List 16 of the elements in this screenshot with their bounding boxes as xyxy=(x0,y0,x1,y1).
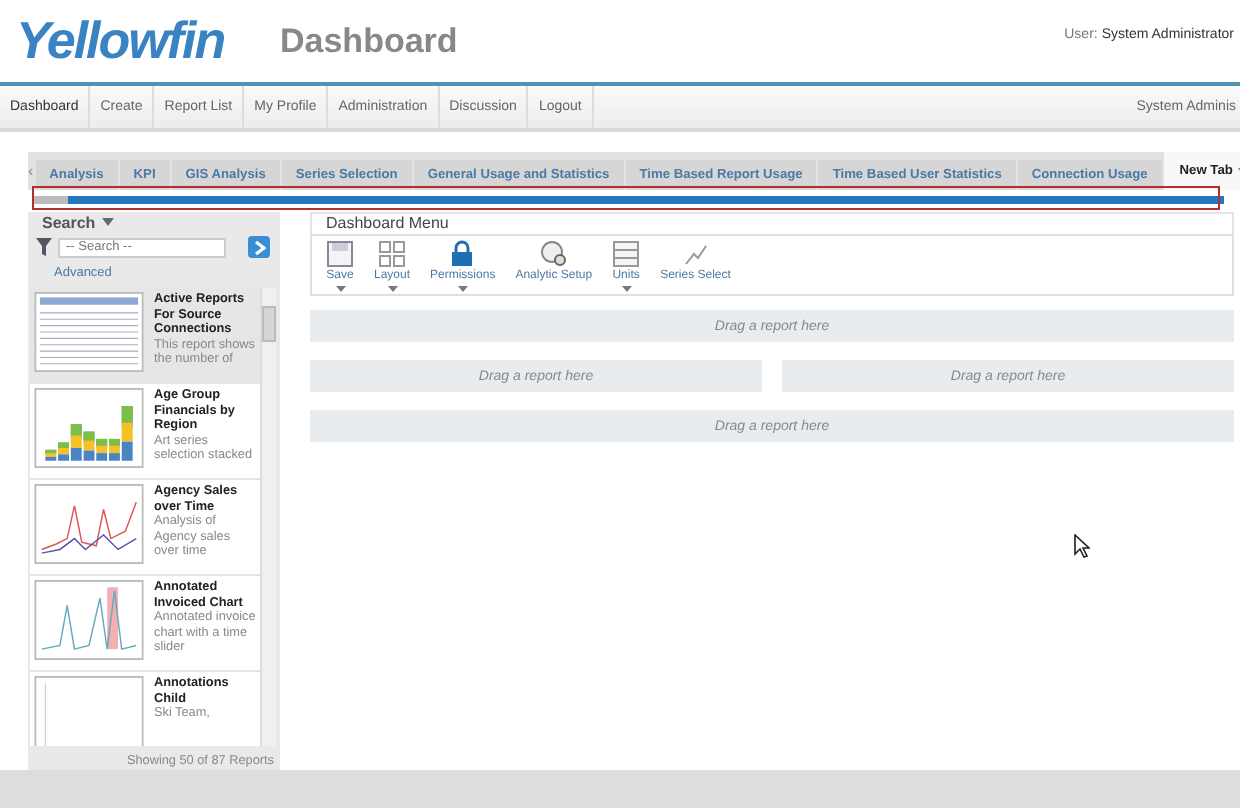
mouse-pointer-icon xyxy=(1074,534,1090,558)
scroll-left-arrow[interactable]: ‹ xyxy=(28,162,34,180)
filter-icon[interactable] xyxy=(36,238,52,256)
floppy-icon xyxy=(326,240,354,268)
grid-icon xyxy=(378,240,406,268)
search-heading[interactable]: Search xyxy=(28,212,280,232)
search-button[interactable] xyxy=(248,236,270,258)
logo: Yellowfin xyxy=(16,10,227,72)
caret-icon xyxy=(101,218,114,226)
scrollbar[interactable] xyxy=(260,288,276,746)
lock-icon xyxy=(448,240,477,268)
chart-gear-icon xyxy=(539,240,568,268)
line-chart-icon xyxy=(681,240,710,268)
menu-title: Dashboard Menu xyxy=(310,212,1234,234)
page-title: Dashboard xyxy=(280,21,458,61)
table-icon xyxy=(612,240,641,268)
